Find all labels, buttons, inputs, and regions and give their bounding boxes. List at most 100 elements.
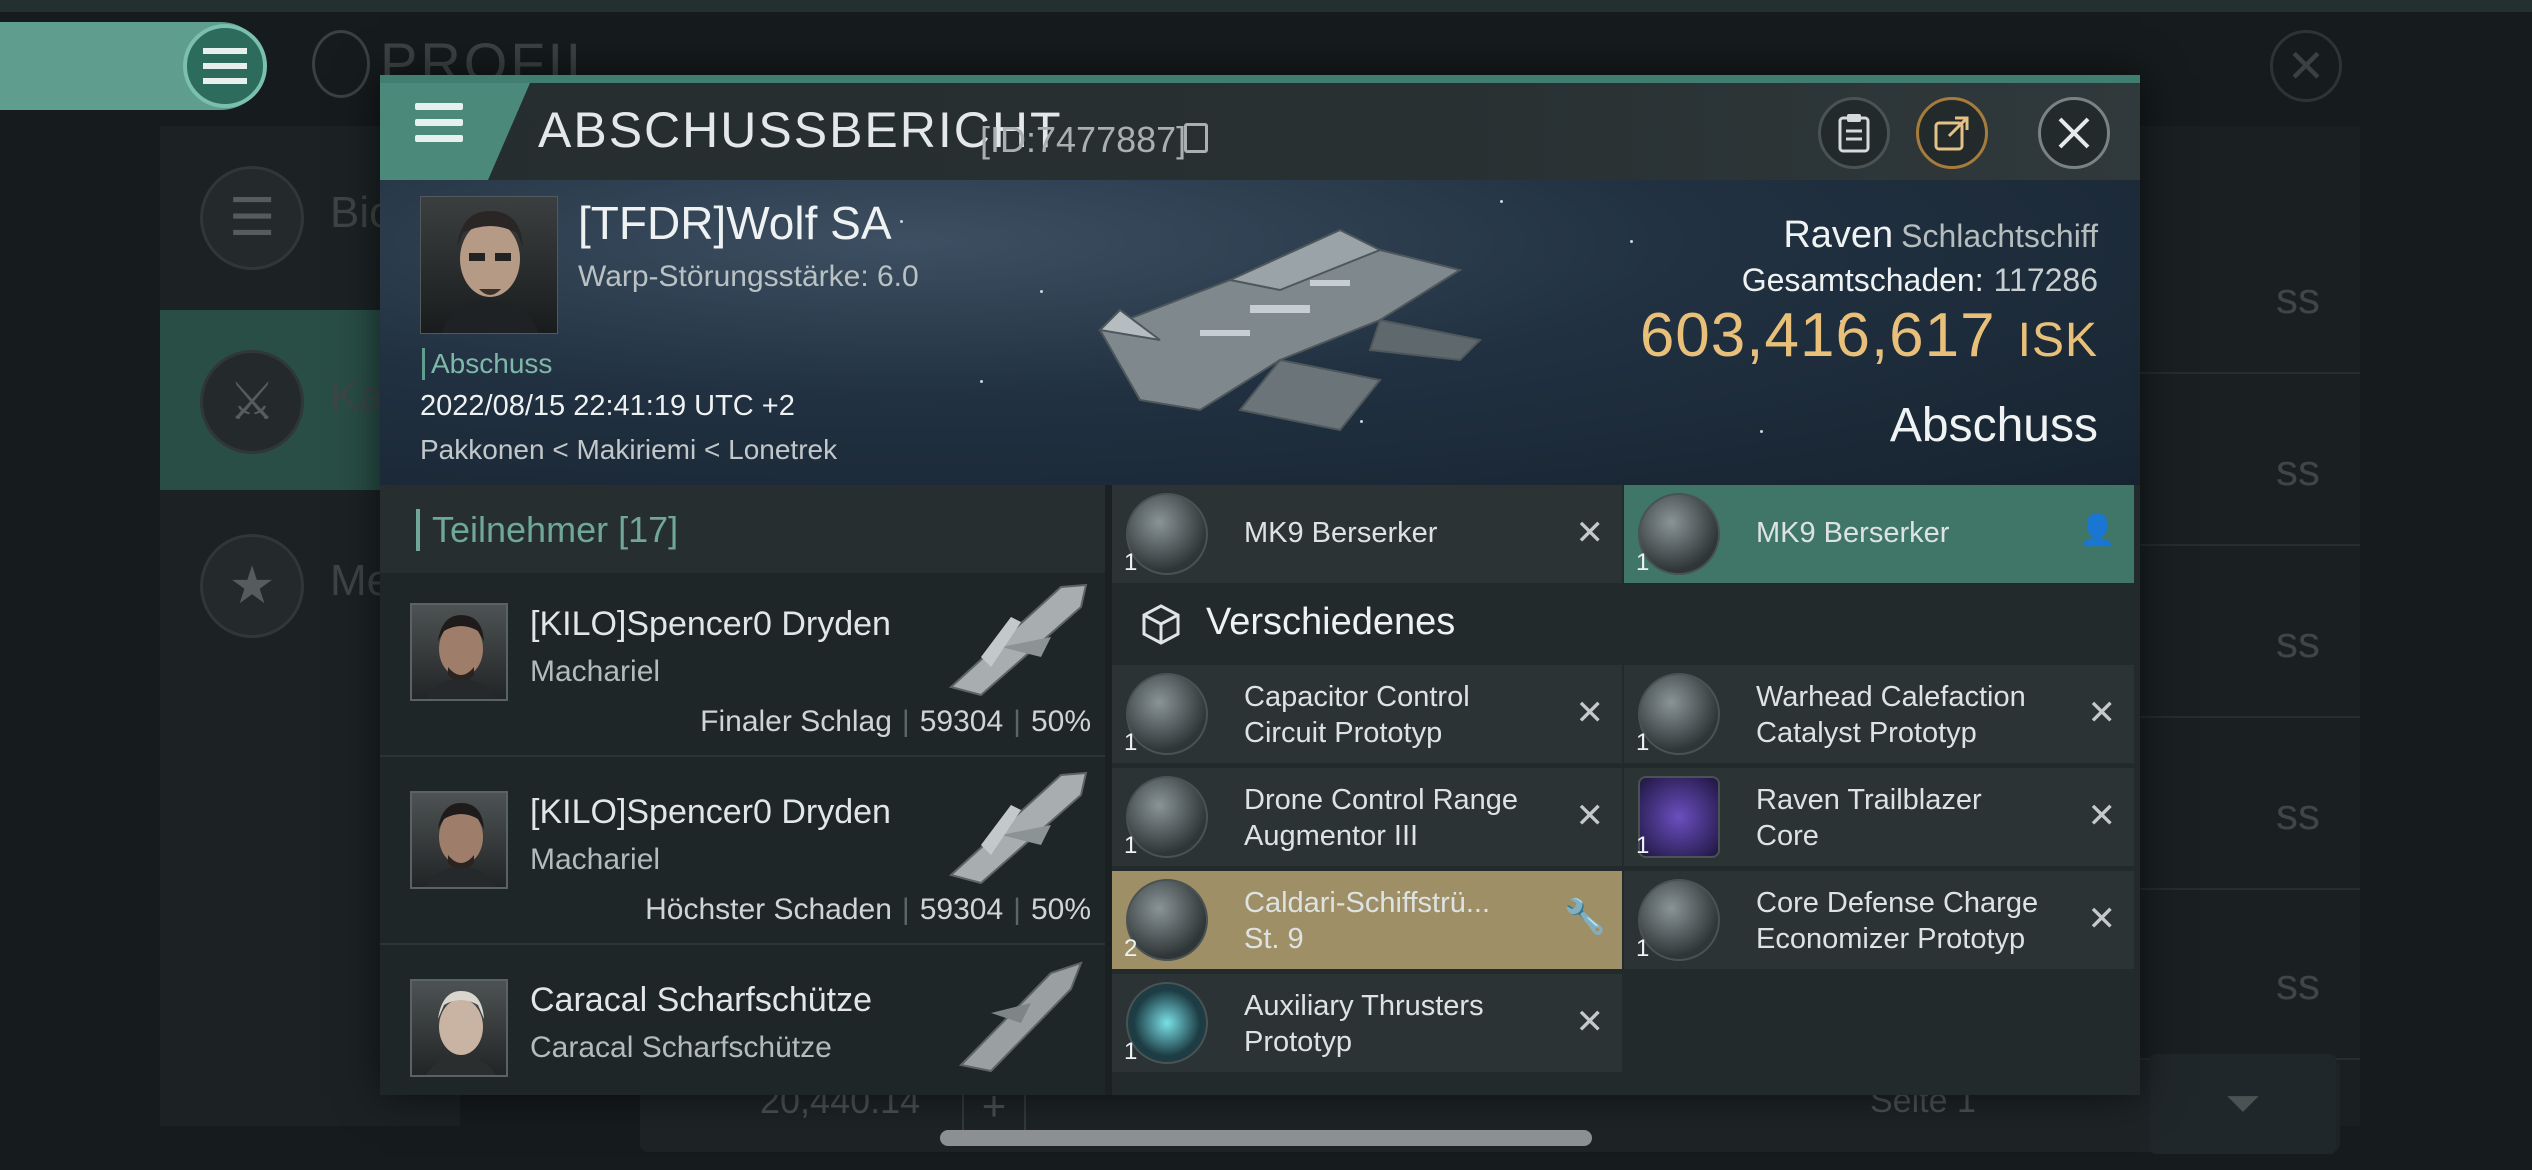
destroyed-icon: ✕: [1575, 694, 1605, 732]
isk-unit: ISK: [2017, 314, 2098, 367]
item-name: Capacitor Control Circuit Prototyp: [1244, 681, 1470, 749]
background-top-bar: [0, 0, 2532, 12]
item-slot[interactable]: 1 Core Defense Charge Economizer Prototyp…: [1624, 871, 2134, 969]
capacitor-module-icon: [1126, 673, 1208, 755]
participant-row[interactable]: Caracal Scharfschütze Caracal Scharfschü…: [380, 949, 1105, 1095]
participant-role: Finaler Schlag: [700, 705, 892, 738]
kill-timestamp: 2022/08/15 22:41:19 UTC +2: [420, 390, 795, 422]
victim-pilot-name[interactable]: [TFDR]Wolf SA: [578, 196, 892, 250]
avatar: [410, 603, 508, 701]
participant-name: [KILO]Spencer0 Dryden: [530, 605, 891, 643]
killmail-dialog: ABSCHUSSBERICHT [ID:7477887] [TFDR]Wolf: [380, 75, 2140, 1095]
list-icon: ☰: [200, 166, 304, 270]
category-header: Verschiedenes: [1112, 583, 2140, 663]
sidebar-item-label: Ka: [330, 372, 384, 421]
participant-row[interactable]: [KILO]Spencer0 Dryden Machariel Finaler …: [380, 573, 1105, 757]
isk-value: 603,416,617: [1639, 301, 1996, 370]
item-quantity: 1: [1124, 729, 1138, 756]
core-icon: [1638, 776, 1720, 858]
item-name: MK9 Berserker: [1244, 517, 1438, 549]
background-close-button[interactable]: ✕: [2270, 30, 2342, 102]
killmail-id: [ID:7477887]: [980, 119, 1187, 160]
isk-loss: 603,416,617 ISK: [1640, 300, 2098, 371]
close-icon: [2058, 117, 2090, 149]
participant-ship: Machariel: [530, 843, 661, 876]
item-quantity: 1: [1636, 935, 1650, 962]
participant-name: [KILO]Spencer0 Dryden: [530, 793, 891, 831]
participant-ship-image: [948, 583, 1088, 697]
destroyed-icon: ✕: [1575, 797, 1605, 835]
pilot-portrait-image: [441, 211, 539, 333]
filter-icon: ⏷: [2225, 1079, 2261, 1128]
participant-ship: Machariel: [530, 655, 661, 688]
clipboard-button[interactable]: [1818, 97, 1890, 169]
item-name: Caldari-Schiffstrü... St. 9: [1244, 887, 1491, 955]
item-name: Core Defense Charge Economizer Prototyp: [1756, 887, 2039, 955]
destroyed-icon: ✕: [2087, 900, 2117, 938]
victim-ship-image[interactable]: [1080, 210, 1500, 460]
person-icon: 👤: [2078, 514, 2116, 547]
kill-location[interactable]: Pakkonen < Makiriemi < Lonetrek: [420, 434, 837, 466]
participant-damage: 59304: [919, 705, 1004, 738]
clipboard-icon: [1838, 114, 1870, 153]
kill-result: Abschuss: [1889, 399, 2098, 452]
destroyed-icon: ✕: [2087, 797, 2117, 835]
victim-portrait[interactable]: [420, 196, 558, 334]
participant-ship-image: [958, 961, 1083, 1073]
total-damage: Gesamtschaden: 117286: [1742, 262, 2098, 299]
participant-ship-image: [948, 771, 1088, 885]
participant-percent: 50%: [1030, 893, 1091, 926]
drone-icon: [1638, 493, 1720, 575]
total-damage-value: 117286: [1993, 262, 2098, 298]
item-slot[interactable]: 1 MK9 Berserker 👤: [1624, 485, 2134, 583]
item-slot[interactable]: 1 Capacitor Control Circuit Prototyp ✕: [1112, 665, 1622, 763]
copy-icon[interactable]: [1184, 123, 1208, 153]
menu-icon: [203, 48, 247, 84]
participant-row[interactable]: [KILO]Spencer0 Dryden Machariel Höchster…: [380, 761, 1105, 945]
participants-title: Teilnehmer [17]: [416, 509, 678, 551]
item-slot[interactable]: 1 Drone Control Range Augmentor III ✕: [1112, 768, 1622, 866]
background-menu-button[interactable]: [183, 24, 267, 108]
item-quantity: 1: [1636, 729, 1650, 756]
item-name: Warhead Calefaction Catalyst Prototyp: [1756, 681, 2026, 749]
participants-panel: Teilnehmer [17] [KILO]Spencer0 Dryden Ma…: [380, 485, 1105, 1095]
item-slot[interactable]: 1 Auxiliary Thrusters Prototyp ✕: [1112, 974, 1622, 1072]
filter-button[interactable]: ⏷: [2150, 1054, 2336, 1154]
share-button[interactable]: [1916, 97, 1988, 169]
cube-icon: [1142, 604, 1180, 645]
category-title: Verschiedenes: [1206, 601, 1456, 643]
scrollbar[interactable]: [940, 1130, 1592, 1146]
destroyed-icon: ✕: [1575, 514, 1605, 552]
avatar: [410, 979, 508, 1077]
item-quantity: 2: [1124, 935, 1138, 962]
dialog-header: ABSCHUSSBERICHT [ID:7477887]: [380, 83, 2140, 180]
drone-icon: [1126, 493, 1208, 575]
item-name: Drone Control Range Augmentor III: [1244, 784, 1519, 852]
ship-name: Raven: [1783, 214, 1894, 256]
item-quantity: 1: [1636, 549, 1650, 576]
participant-name: Caracal Scharfschütze: [530, 981, 873, 1019]
victim-banner: [TFDR]Wolf SA Warp-Störungsstärke: 6.0 A…: [380, 180, 2140, 485]
item-quantity: 1: [1636, 832, 1650, 859]
menu-icon: [415, 103, 465, 153]
close-button[interactable]: [2038, 97, 2110, 169]
item-quantity: 1: [1124, 1038, 1138, 1065]
item-name: Auxiliary Thrusters Prototyp: [1244, 990, 1484, 1058]
item-slot[interactable]: 1 Warhead Calefaction Catalyst Prototyp ✕: [1624, 665, 2134, 763]
item-slot[interactable]: 1 Raven Trailblazer Core ✕: [1624, 768, 2134, 866]
shield-charge-icon: [1638, 879, 1720, 961]
drone-range-module-icon: [1126, 776, 1208, 858]
destroyed-icon: ✕: [1575, 1003, 1605, 1041]
structure-module-icon: [1126, 879, 1208, 961]
ship-class: Schlachtschiff: [1901, 218, 2098, 254]
participant-role: Höchster Schaden: [645, 893, 892, 926]
victim-ship[interactable]: Raven Schlachtschiff: [1783, 214, 2098, 257]
item-name: Raven Trailblazer Core: [1756, 784, 1982, 852]
item-slot[interactable]: 1 MK9 Berserker ✕: [1112, 485, 1622, 583]
item-slot[interactable]: 2 Caldari-Schiffstrü... St. 9 🔧: [1112, 871, 1622, 969]
items-panel: 1 MK9 Berserker ✕ 1 MK9 Berserker 👤 Vers…: [1112, 485, 2140, 1095]
dialog-menu-button[interactable]: [380, 83, 530, 180]
warhead-rig-icon: [1638, 673, 1720, 755]
wrench-icon: 🔧: [1563, 898, 1606, 936]
participant-stats: Finaler Schlag | 59304 | 50%: [700, 705, 1091, 738]
